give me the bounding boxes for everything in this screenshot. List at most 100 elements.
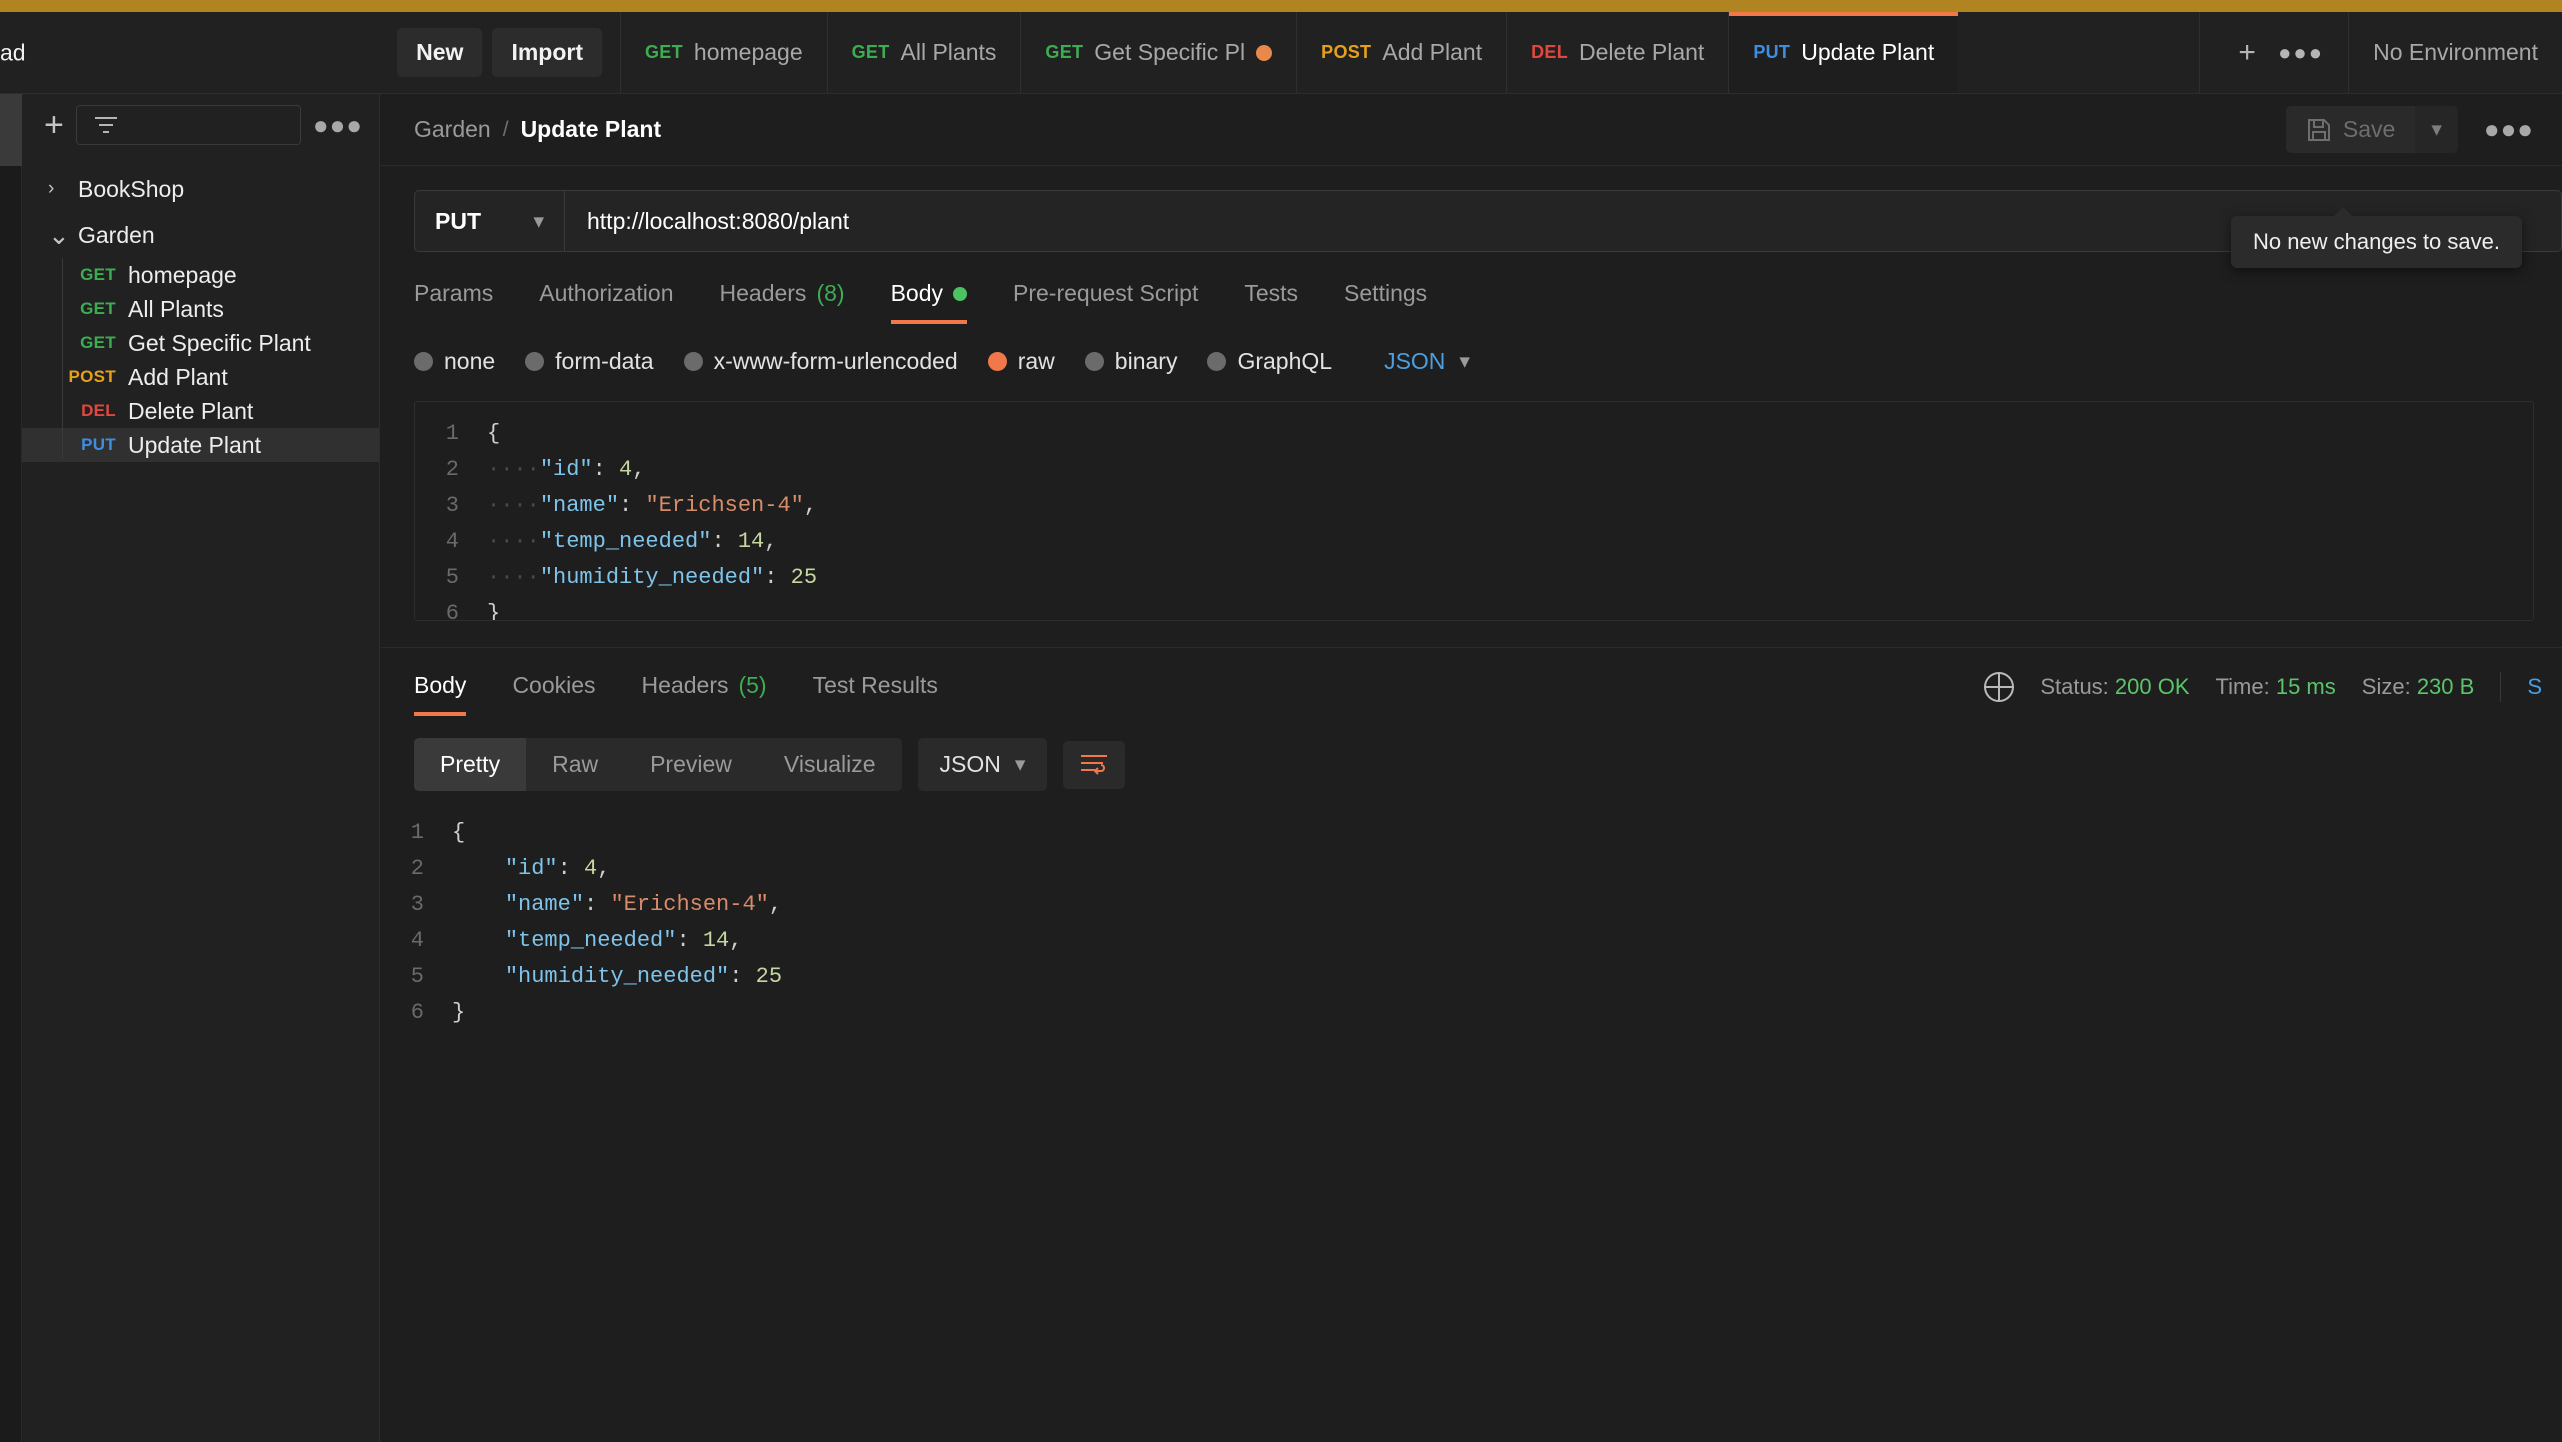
code-token: "Erichsen-4" xyxy=(610,892,768,917)
response-view-preview[interactable]: Preview xyxy=(624,738,758,791)
sidebar-item-all-plants[interactable]: GET All Plants xyxy=(22,292,379,326)
new-button[interactable]: New xyxy=(397,28,482,77)
code-token: , xyxy=(804,493,817,518)
sidebar-item-get-specific-plant[interactable]: GETGet Specific Plant xyxy=(22,326,379,360)
sidebar-item-delete-plant[interactable]: DELDelete Plant xyxy=(22,394,379,428)
collection-tree: ›BookShop⌄GardenGEThomepage GET All Plants… xyxy=(22,156,379,462)
breadcrumb-collection[interactable]: Garden xyxy=(414,116,491,143)
filter-input[interactable] xyxy=(76,105,301,145)
chevron-down-icon: ▾ xyxy=(1459,349,1470,374)
code-line: 6} xyxy=(380,995,2562,1031)
indent xyxy=(452,892,505,917)
sidebar-item-update-plant[interactable]: PUTUpdate Plant xyxy=(22,428,379,462)
sidebar-item-label: All Plants xyxy=(128,296,224,323)
code-text: "temp_needed": 14, xyxy=(452,923,742,959)
tab-label: Authorization xyxy=(539,280,673,307)
save-button-label: Save xyxy=(2343,116,2395,143)
request-body-editor[interactable]: 1{2····"id": 4,3····"name": "Erichsen-4"… xyxy=(414,401,2534,621)
environment-selector[interactable]: No Environment xyxy=(2348,12,2562,93)
sidebar-item-add-plant[interactable]: POSTAdd Plant xyxy=(22,360,379,394)
save-button[interactable]: Save xyxy=(2286,106,2415,153)
response-view-visualize[interactable]: Visualize xyxy=(758,738,902,791)
request-tab-4[interactable]: DELDelete Plant xyxy=(1506,12,1728,93)
save-response-button[interactable]: S xyxy=(2527,674,2542,700)
chevron-down-icon: ⌄ xyxy=(48,220,78,251)
line-number: 2 xyxy=(380,851,452,887)
body-type-graphql[interactable]: GraphQL xyxy=(1207,348,1332,375)
response-header: BodyCookiesHeaders(5)Test Results Status… xyxy=(380,648,2562,716)
tab-authorization[interactable]: Authorization xyxy=(516,280,696,324)
import-button[interactable]: Import xyxy=(492,28,602,77)
request-body-code: 1{2····"id": 4,3····"name": "Erichsen-4"… xyxy=(415,416,2533,621)
body-format-selector[interactable]: JSON▾ xyxy=(1384,348,1470,375)
request-tab-2[interactable]: GETGet Specific Pl xyxy=(1020,12,1296,93)
tab-tests[interactable]: Tests xyxy=(1221,280,1321,324)
request-tab-method: POST xyxy=(1321,42,1371,63)
response-view-raw[interactable]: Raw xyxy=(526,738,624,791)
sidebar-item-label: Delete Plant xyxy=(128,398,253,425)
size-group: Size: 230 B xyxy=(2362,674,2475,700)
code-token: { xyxy=(487,421,500,446)
sidebar-item-method: GET xyxy=(52,299,116,319)
response-format-selector[interactable]: JSON ▾ xyxy=(918,738,1048,791)
request-tab-1[interactable]: GETAll Plants xyxy=(827,12,1021,93)
tab-params[interactable]: Params xyxy=(414,280,516,324)
indent: ···· xyxy=(487,529,540,554)
save-control-group: Save ▾ xyxy=(2286,106,2458,153)
globe-icon xyxy=(1984,672,2014,702)
body-type-label: form-data xyxy=(555,348,653,375)
body-present-dot-icon xyxy=(953,287,967,301)
sidebar-item-method: GET xyxy=(52,333,116,353)
code-token: { xyxy=(452,820,465,845)
indent xyxy=(452,964,505,989)
response-tab-body[interactable]: Body xyxy=(414,672,489,716)
code-token: "id" xyxy=(505,856,558,881)
ellipsis-icon[interactable]: ●●● xyxy=(313,110,363,141)
request-tab-0[interactable]: GEThomepage xyxy=(620,12,827,93)
breadcrumb-bar: Garden / Update Plant Save ▾ ●●● xyxy=(380,94,2562,166)
tab-body[interactable]: Body xyxy=(868,280,990,324)
ellipsis-icon[interactable]: ●●● xyxy=(2484,114,2534,145)
code-token: } xyxy=(452,1000,465,1025)
request-tab-label: Update Plant xyxy=(1801,39,1934,66)
radio-icon xyxy=(414,352,433,371)
top-bar: ad New Import GEThomepageGETAll PlantsGE… xyxy=(0,12,2562,94)
tab-pre-request-script[interactable]: Pre-request Script xyxy=(990,280,1221,324)
sidebar-collection-garden[interactable]: ⌄Garden xyxy=(22,212,379,258)
request-tab-5[interactable]: PUTUpdate Plant xyxy=(1728,12,1958,93)
response-tab-label: Test Results xyxy=(813,672,938,699)
code-token: } xyxy=(487,601,500,621)
chevron-right-icon: › xyxy=(48,178,78,200)
plus-icon[interactable]: + xyxy=(2226,32,2268,74)
body-type-x-www-form-urlencoded[interactable]: x-www-form-urlencoded xyxy=(684,348,958,375)
code-text: } xyxy=(452,995,465,1031)
body-type-none[interactable]: none xyxy=(414,348,495,375)
code-token: , xyxy=(597,856,610,881)
word-wrap-button[interactable] xyxy=(1063,741,1125,789)
tab-headers[interactable]: Headers(8) xyxy=(697,280,868,324)
body-type-raw[interactable]: raw xyxy=(988,348,1055,375)
sidebar-item-method: PUT xyxy=(52,435,116,455)
divider xyxy=(2500,672,2501,702)
plus-icon[interactable]: + xyxy=(44,108,64,142)
rail-active-indicator xyxy=(0,94,22,166)
body-type-form-data[interactable]: form-data xyxy=(525,348,653,375)
code-token: : xyxy=(729,964,755,989)
method-selector[interactable]: PUT ▾ xyxy=(415,191,565,251)
method-selector-value: PUT xyxy=(435,208,481,235)
response-view-pretty[interactable]: Pretty xyxy=(414,738,526,791)
tab-settings[interactable]: Settings xyxy=(1321,280,1450,324)
top-bar-left: ad New Import xyxy=(0,12,620,93)
response-tab-test-results[interactable]: Test Results xyxy=(790,672,961,716)
sidebar-item-homepage[interactable]: GEThomepage xyxy=(22,258,379,292)
word-wrap-icon xyxy=(1079,752,1109,778)
save-options-caret[interactable]: ▾ xyxy=(2415,106,2458,153)
response-tab-headers[interactable]: Headers(5) xyxy=(619,672,790,716)
code-line: 2····"id": 4, xyxy=(415,452,2533,488)
ellipsis-icon[interactable]: ●●● xyxy=(2280,32,2322,74)
sidebar-collection-bookshop[interactable]: ›BookShop xyxy=(22,166,379,212)
body-type-binary[interactable]: binary xyxy=(1085,348,1178,375)
request-tab-3[interactable]: POSTAdd Plant xyxy=(1296,12,1506,93)
response-tab-cookies[interactable]: Cookies xyxy=(489,672,618,716)
code-text: ····"temp_needed": 14, xyxy=(487,524,777,560)
